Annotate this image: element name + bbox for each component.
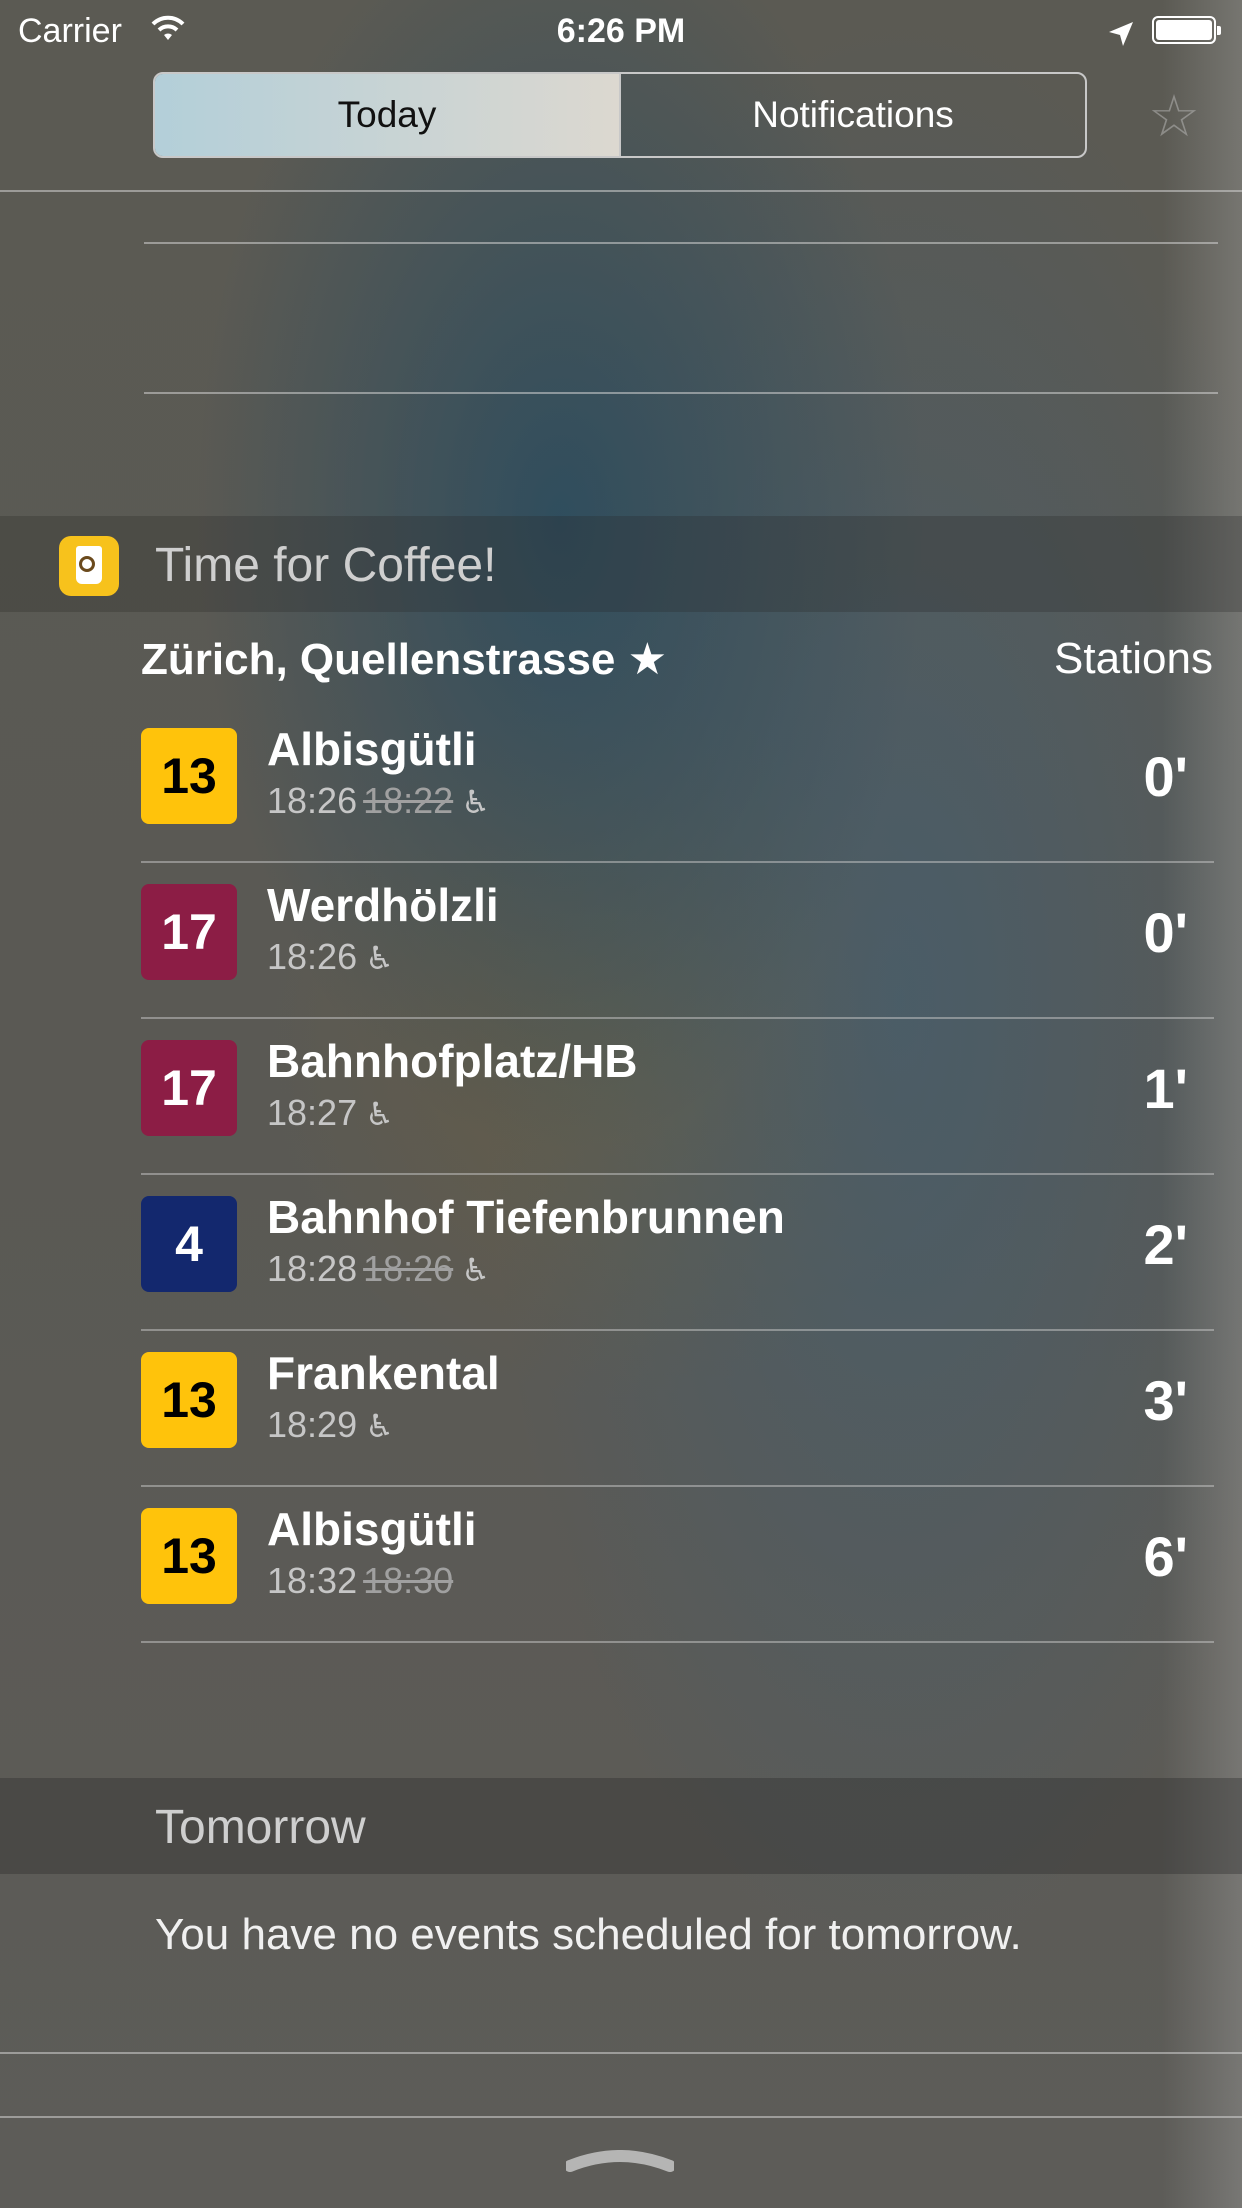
minutes-until-departure: 0' — [1143, 901, 1188, 964]
line-badge: 17 — [141, 884, 237, 980]
line-badge: 13 — [141, 1508, 237, 1604]
line-badge: 13 — [141, 728, 237, 824]
departure-time: 18:26 — [267, 936, 358, 977]
departure-time: 18:29 — [267, 1404, 358, 1445]
departure-times: 18:27 ♿ — [267, 1092, 394, 1134]
destination-label: Werdhölzli — [267, 879, 499, 931]
widget-header[interactable]: Time for Coffee! — [0, 516, 1242, 612]
scheduled-time: 18:22 — [363, 780, 454, 821]
wheelchair-icon: ♿ — [365, 1096, 394, 1132]
tomorrow-title: Tomorrow — [155, 1801, 366, 1854]
destination-label: Frankental — [267, 1347, 500, 1399]
status-bar: Carrier 6:26 PM — [0, 0, 1242, 60]
divider — [144, 392, 1218, 394]
tomorrow-message: You have no events scheduled for tomorro… — [155, 1910, 1022, 1959]
departure-time: 18:27 — [267, 1092, 358, 1133]
wheelchair-icon: ♿ — [461, 1252, 490, 1288]
line-badge: 4 — [141, 1196, 237, 1292]
minutes-until-departure: 6' — [1143, 1525, 1188, 1588]
wheelchair-icon: ♿ — [365, 940, 394, 976]
line-badge: 17 — [141, 1040, 237, 1136]
battery-icon — [1152, 16, 1221, 44]
departure-time: 18:26 — [267, 780, 358, 821]
minutes-until-departure: 2' — [1143, 1213, 1188, 1276]
minutes-until-departure: 0' — [1143, 745, 1188, 808]
grabber-icon[interactable] — [564, 2150, 676, 2172]
location-arrow-icon — [1107, 18, 1135, 57]
scheduled-time: 18:26 — [363, 1248, 454, 1289]
divider — [0, 190, 1242, 192]
departure-time: 18:28 — [267, 1248, 358, 1289]
tomorrow-header: Tomorrow — [0, 1778, 1242, 1874]
widget-title: Time for Coffee! — [155, 539, 497, 592]
divider — [144, 242, 1218, 244]
coffee-cup-icon — [59, 536, 119, 596]
destination-label: Bahnhof Tiefenbrunnen — [267, 1191, 785, 1243]
tab-today[interactable]: Today — [155, 74, 619, 156]
departure-times: 18:32 18:30 — [267, 1560, 453, 1602]
divider — [0, 2116, 1242, 2118]
line-badge: 13 — [141, 1352, 237, 1448]
divider — [0, 2052, 1242, 2054]
star-icon[interactable]: ☆ — [1148, 82, 1200, 150]
destination-label: Albisgütli — [267, 723, 477, 775]
departure-times: 18:26 18:22 ♿ — [267, 780, 490, 822]
wheelchair-icon: ♿ — [365, 1408, 394, 1444]
departure-row[interactable]: 17 Bahnhofplatz/HB 18:27 ♿ 1' — [141, 1020, 1214, 1175]
scheduled-time: 18:30 — [363, 1560, 454, 1601]
departure-row[interactable]: 13 Albisgütli 18:26 18:22 ♿ 0' — [141, 708, 1214, 863]
departure-times: 18:29 ♿ — [267, 1404, 394, 1446]
departure-times: 18:26 ♿ — [267, 936, 394, 978]
departure-row[interactable]: 13 Frankental 18:29 ♿ 3' — [141, 1332, 1214, 1487]
wheelchair-icon: ♿ — [461, 784, 490, 820]
departure-row[interactable]: 4 Bahnhof Tiefenbrunnen 18:28 18:26 ♿ 2' — [141, 1176, 1214, 1331]
departure-times: 18:28 18:26 ♿ — [267, 1248, 490, 1290]
status-time: 6:26 PM — [556, 12, 686, 50]
minutes-until-departure: 1' — [1143, 1057, 1188, 1120]
departure-time: 18:32 — [267, 1560, 358, 1601]
stations-button[interactable]: Stations — [1054, 634, 1213, 684]
station-name[interactable]: Zürich, Quellenstrasse ★ — [141, 634, 667, 685]
destination-label: Bahnhofplatz/HB — [267, 1035, 638, 1087]
today-notifications-segmented-control[interactable]: Today Notifications — [153, 72, 1087, 158]
minutes-until-departure: 3' — [1143, 1369, 1188, 1432]
departure-row[interactable]: 13 Albisgütli 18:32 18:30 6' — [141, 1488, 1214, 1643]
tab-notifications[interactable]: Notifications — [619, 74, 1085, 156]
destination-label: Albisgütli — [267, 1503, 477, 1555]
departure-row[interactable]: 17 Werdhölzli 18:26 ♿ 0' — [141, 864, 1214, 1019]
